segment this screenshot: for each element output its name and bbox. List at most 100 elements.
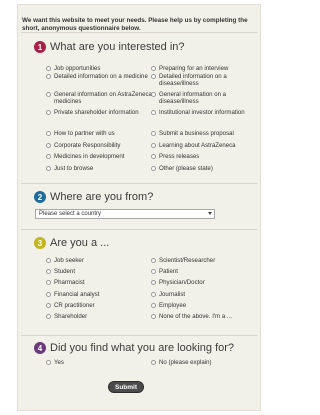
radio-option[interactable]: Financial analyst xyxy=(46,291,158,298)
radio-button[interactable] xyxy=(151,66,156,71)
radio-button[interactable] xyxy=(151,131,156,136)
submit-button[interactable]: Submit xyxy=(108,381,144,393)
radio-option[interactable]: Shareholder xyxy=(46,313,158,320)
radio-option[interactable]: Corporate Responsibility xyxy=(46,142,158,149)
radio-option[interactable]: Student xyxy=(46,268,158,275)
chevron-down-icon xyxy=(208,212,212,215)
radio-button[interactable] xyxy=(151,360,156,365)
radio-option-label: General information on AstraZeneca medic… xyxy=(54,91,152,105)
radio-option-label: None of the above. I'm a ... xyxy=(159,313,232,320)
radio-option[interactable]: Preparing for an interview xyxy=(151,65,263,72)
radio-option-label: Learning about AstraZeneca xyxy=(159,142,236,149)
radio-option[interactable]: Medicines in development xyxy=(46,153,158,160)
section-number-badge: 2 xyxy=(34,191,46,203)
radio-button[interactable] xyxy=(46,269,51,274)
radio-option[interactable]: Press releases xyxy=(151,153,263,160)
section-divider xyxy=(21,32,257,33)
radio-button[interactable] xyxy=(151,292,156,297)
country-select-value: Please select a country xyxy=(39,211,102,217)
radio-button[interactable] xyxy=(151,92,156,97)
radio-option[interactable]: General information on AstraZeneca medic… xyxy=(46,91,158,105)
radio-option[interactable]: Just to browse xyxy=(46,165,158,172)
radio-option[interactable]: Pharmacist xyxy=(46,279,158,286)
radio-option-label: Employee xyxy=(159,302,187,309)
radio-option[interactable]: CR practitioner xyxy=(46,302,158,309)
radio-option[interactable]: Employee xyxy=(151,302,263,309)
radio-option[interactable]: None of the above. I'm a ... xyxy=(151,313,263,320)
section-divider xyxy=(21,183,257,184)
radio-option[interactable]: No (please explain) xyxy=(151,359,263,366)
radio-option-label: Detailed information on a disease/illnes… xyxy=(159,73,227,87)
radio-button[interactable] xyxy=(46,360,51,365)
radio-option[interactable]: Submit a business proposal xyxy=(151,130,263,137)
radio-button[interactable] xyxy=(46,66,51,71)
radio-option-label: Just to browse xyxy=(54,165,94,172)
radio-option-label: Scientist/Researcher xyxy=(159,257,216,264)
radio-option-label: General information on a disease/illness xyxy=(159,91,227,105)
section-number-badge: 1 xyxy=(34,41,46,53)
section-title: What are you interested in? xyxy=(50,41,185,53)
radio-button[interactable] xyxy=(46,143,51,148)
radio-option-label: No (please explain) xyxy=(159,359,212,366)
radio-option-label: Student xyxy=(54,268,76,275)
radio-button[interactable] xyxy=(46,74,51,79)
radio-button[interactable] xyxy=(46,303,51,308)
radio-button[interactable] xyxy=(151,74,156,79)
radio-button[interactable] xyxy=(46,110,51,115)
radio-button[interactable] xyxy=(46,92,51,97)
radio-option[interactable]: Patient xyxy=(151,268,263,275)
radio-option-label: Patient xyxy=(159,268,178,275)
section-title: Are you a ... xyxy=(50,237,110,249)
radio-option[interactable]: Physician/Doctor xyxy=(151,279,263,286)
radio-option-label: Physician/Doctor xyxy=(159,279,205,286)
radio-option-label: Journalist xyxy=(159,291,186,298)
section-header-4: 4 Did you find what you are looking for? xyxy=(34,341,234,355)
section-header-3: 3 Are you a ... xyxy=(34,236,109,250)
radio-option-label: Other (please state) xyxy=(159,165,213,172)
radio-button[interactable] xyxy=(46,258,51,263)
radio-option[interactable]: General information on a disease/illness xyxy=(151,91,263,105)
radio-option[interactable]: Detailed information on a disease/illnes… xyxy=(151,73,263,87)
radio-option[interactable]: Yes xyxy=(46,359,158,366)
radio-option-label: Yes xyxy=(54,359,64,366)
radio-option[interactable]: Job opportunities xyxy=(46,65,158,72)
radio-option[interactable]: How to partner with us xyxy=(46,130,158,137)
radio-option-label: Institutional investor information xyxy=(159,109,245,116)
radio-button[interactable] xyxy=(151,143,156,148)
radio-option[interactable]: Scientist/Researcher xyxy=(151,257,263,264)
radio-option-label: CR practitioner xyxy=(54,302,95,309)
section-number-badge: 3 xyxy=(34,237,46,249)
radio-button[interactable] xyxy=(46,154,51,159)
radio-option[interactable]: Institutional investor information xyxy=(151,109,263,116)
section-header-2: 2 Where are you from? xyxy=(34,190,153,204)
radio-option-label: Detailed information on a medicine xyxy=(54,73,148,80)
radio-option[interactable]: Private shareholder information xyxy=(46,109,158,116)
intro-text: We want this website to meet your needs.… xyxy=(22,17,248,32)
radio-button[interactable] xyxy=(151,166,156,171)
radio-button[interactable] xyxy=(151,269,156,274)
radio-option[interactable]: Job seeker xyxy=(46,257,158,264)
section-divider xyxy=(21,229,257,230)
radio-option-label: Job opportunities xyxy=(54,65,101,72)
radio-button[interactable] xyxy=(46,166,51,171)
radio-option-label: Preparing for an interview xyxy=(159,65,229,72)
radio-option-label: Medicines in development xyxy=(54,153,125,160)
radio-option[interactable]: Learning about AstraZeneca xyxy=(151,142,263,149)
section-title: Did you find what you are looking for? xyxy=(50,342,235,354)
radio-option[interactable]: Detailed information on a medicine xyxy=(46,73,158,80)
country-select[interactable]: Please select a country xyxy=(35,209,215,219)
radio-button[interactable] xyxy=(151,258,156,263)
radio-button[interactable] xyxy=(151,280,156,285)
radio-button[interactable] xyxy=(46,280,51,285)
radio-option-label: Private shareholder information xyxy=(54,109,139,116)
radio-button[interactable] xyxy=(46,314,51,319)
radio-button[interactable] xyxy=(151,303,156,308)
radio-button[interactable] xyxy=(46,292,51,297)
radio-option[interactable]: Journalist xyxy=(151,291,263,298)
radio-button[interactable] xyxy=(151,110,156,115)
radio-button[interactable] xyxy=(151,314,156,319)
radio-button[interactable] xyxy=(46,131,51,136)
radio-button[interactable] xyxy=(151,154,156,159)
radio-option-label: Corporate Responsibility xyxy=(54,142,121,149)
radio-option[interactable]: Other (please state) xyxy=(151,165,263,172)
